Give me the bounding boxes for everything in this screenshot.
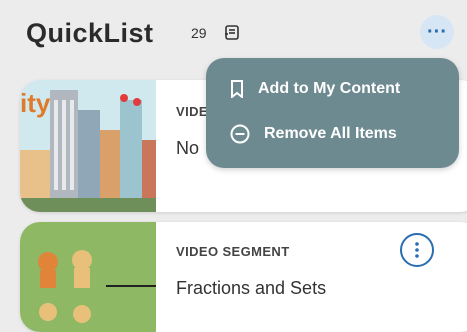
ellipsis-icon: ···: [427, 21, 447, 43]
svg-text:ity: ity: [20, 88, 51, 118]
menu-item-remove-all-items[interactable]: Remove All Items: [230, 124, 397, 144]
more-options-button[interactable]: ···: [420, 15, 454, 49]
card-thumbnail: ity: [20, 80, 156, 212]
menu-item-label: Remove All Items: [264, 125, 397, 142]
card-title[interactable]: Fractions and Sets: [176, 278, 326, 299]
card-options-button[interactable]: [400, 233, 434, 267]
quicklist-options-menu: Add to My Content Remove All Items: [206, 58, 459, 168]
bookmark-icon: [231, 80, 243, 98]
list-icon: [225, 25, 239, 40]
card-thumbnail: [20, 222, 156, 332]
more-vertical-icon: [415, 242, 419, 258]
item-count: 29: [191, 25, 207, 41]
card-title[interactable]: No: [176, 138, 199, 159]
card-type-label: VIDE: [176, 104, 208, 119]
menu-item-label: Add to My Content: [258, 80, 401, 97]
page-title: QuickList: [26, 18, 154, 48]
menu-item-add-to-my-content[interactable]: Add to My Content: [230, 80, 400, 98]
minus-circle-icon: [230, 124, 250, 144]
quicklist-card[interactable]: VIDEO SEGMENT Fractions and Sets: [20, 222, 467, 332]
card-type-label: VIDEO SEGMENT: [176, 244, 290, 259]
